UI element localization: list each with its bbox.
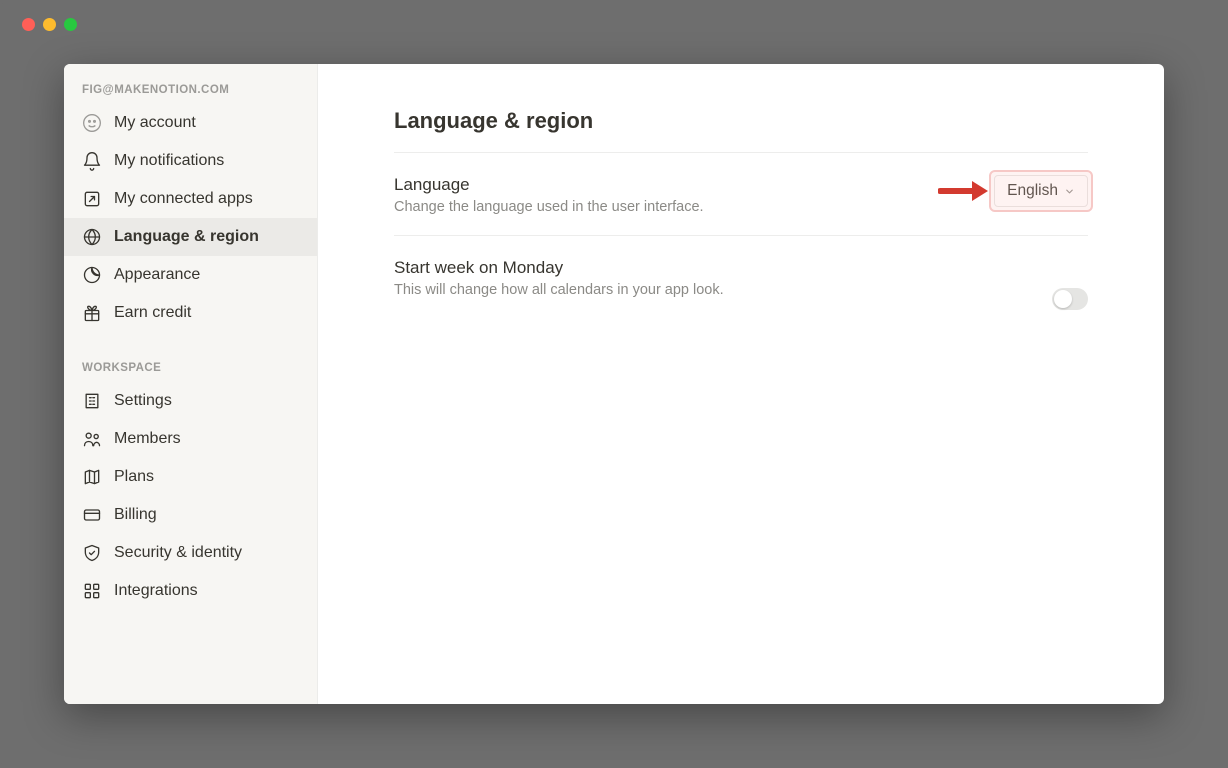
sidebar-item-members[interactable]: Members xyxy=(64,420,317,458)
grid-icon xyxy=(82,581,102,601)
language-select[interactable]: English xyxy=(994,175,1088,207)
external-link-icon xyxy=(82,189,102,209)
week-text: Start week on Monday This will change ho… xyxy=(394,258,724,298)
sidebar-item-my-account[interactable]: My account xyxy=(64,104,317,142)
sidebar-item-label: Integrations xyxy=(114,578,198,604)
sidebar-item-appearance[interactable]: Appearance xyxy=(64,256,317,294)
map-icon xyxy=(82,467,102,487)
sidebar-item-plans[interactable]: Plans xyxy=(64,458,317,496)
window-minimize-button[interactable] xyxy=(43,18,56,31)
gift-icon xyxy=(82,303,102,323)
sidebar-item-language-region[interactable]: Language & region xyxy=(64,218,317,256)
window-maximize-button[interactable] xyxy=(64,18,77,31)
language-setting-row: Language Change the language used in the… xyxy=(394,175,1088,236)
sidebar: FIG@MAKENOTION.COM My account My notific… xyxy=(64,64,318,704)
account-email-label: FIG@MAKENOTION.COM xyxy=(64,84,317,104)
annotation-arrow xyxy=(938,177,988,205)
sidebar-item-label: Plans xyxy=(114,464,154,490)
language-desc: Change the language used in the user int… xyxy=(394,199,704,215)
avatar-icon xyxy=(82,113,102,133)
sidebar-item-notifications[interactable]: My notifications xyxy=(64,142,317,180)
sidebar-item-label: My account xyxy=(114,110,196,136)
people-icon xyxy=(82,429,102,449)
week-start-setting-row: Start week on Monday This will change ho… xyxy=(394,258,1088,330)
shield-icon xyxy=(82,543,102,563)
sidebar-item-label: My connected apps xyxy=(114,186,253,212)
language-title: Language xyxy=(394,175,704,195)
sidebar-item-settings[interactable]: Settings xyxy=(64,382,317,420)
main-content: Language & region Language Change the la… xyxy=(318,64,1164,704)
window-traffic-lights xyxy=(22,18,77,31)
sidebar-item-label: My notifications xyxy=(114,148,224,174)
sidebar-item-label: Earn credit xyxy=(114,300,191,326)
building-icon xyxy=(82,391,102,411)
sidebar-item-earn-credit[interactable]: Earn credit xyxy=(64,294,317,332)
window-close-button[interactable] xyxy=(22,18,35,31)
credit-card-icon xyxy=(82,505,102,525)
sidebar-item-label: Language & region xyxy=(114,224,259,250)
week-start-toggle[interactable] xyxy=(1052,288,1088,310)
language-select-value: English xyxy=(1007,182,1058,200)
globe-icon xyxy=(82,227,102,247)
sidebar-item-integrations[interactable]: Integrations xyxy=(64,572,317,610)
moon-icon xyxy=(82,265,102,285)
bell-icon xyxy=(82,151,102,171)
chevron-down-icon xyxy=(1064,186,1075,197)
settings-panel: FIG@MAKENOTION.COM My account My notific… xyxy=(64,64,1164,704)
sidebar-item-label: Settings xyxy=(114,388,172,414)
sidebar-item-label: Billing xyxy=(114,502,157,528)
sidebar-item-security[interactable]: Security & identity xyxy=(64,534,317,572)
week-desc: This will change how all calendars in yo… xyxy=(394,282,724,298)
sidebar-item-connected-apps[interactable]: My connected apps xyxy=(64,180,317,218)
sidebar-item-billing[interactable]: Billing xyxy=(64,496,317,534)
window-chrome: FIG@MAKENOTION.COM My account My notific… xyxy=(0,0,1228,768)
sidebar-item-label: Members xyxy=(114,426,181,452)
page-title: Language & region xyxy=(394,108,1088,153)
language-text: Language Change the language used in the… xyxy=(394,175,704,215)
workspace-section-label: WORKSPACE xyxy=(64,362,317,382)
sidebar-item-label: Security & identity xyxy=(114,540,242,566)
week-title: Start week on Monday xyxy=(394,258,724,278)
sidebar-item-label: Appearance xyxy=(114,262,200,288)
